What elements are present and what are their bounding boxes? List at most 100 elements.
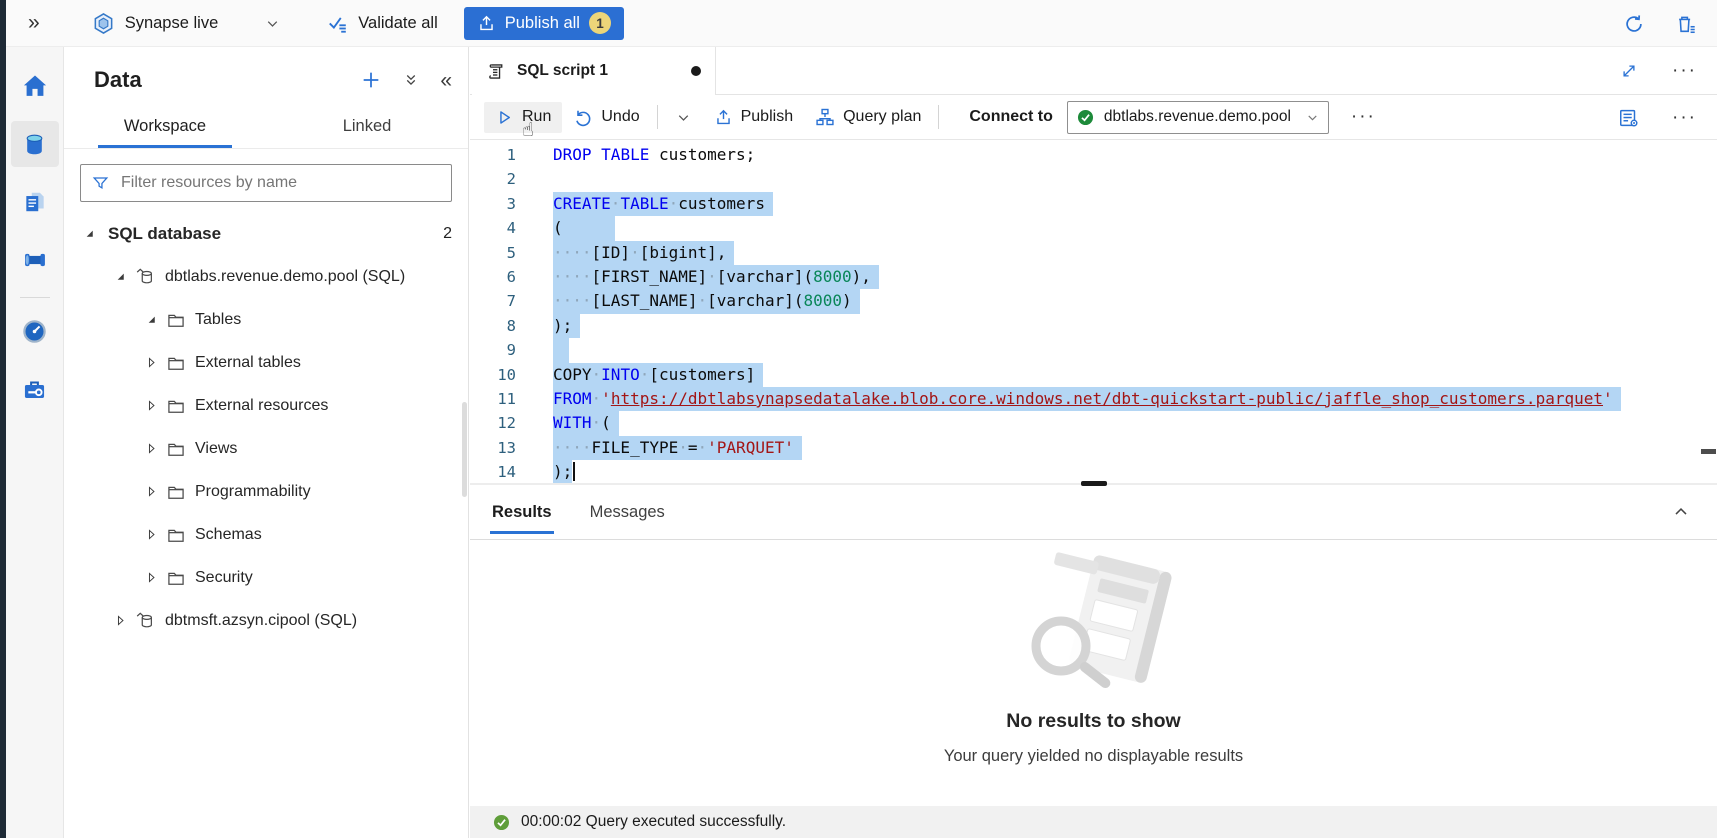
code-line[interactable]: 3CREATE·TABLE·customers (470, 192, 1717, 216)
undo-button[interactable]: Undo (562, 101, 650, 133)
sql-code-editor[interactable]: 1DROP TABLE customers;23CREATE·TABLE·cus… (470, 140, 1717, 483)
line-number[interactable]: 12 (470, 411, 516, 435)
expand-icon[interactable] (109, 614, 131, 627)
code-line[interactable]: 10COPY·INTO·[customers] (470, 363, 1717, 387)
main-area: SQL script 1 ··· Run ☝ Undo (470, 47, 1717, 838)
line-number[interactable]: 11 (470, 387, 516, 411)
discard-all-icon[interactable] (1675, 13, 1697, 35)
code-line-content[interactable]: DROP TABLE customers; (516, 143, 755, 167)
code-line[interactable]: 14); (470, 460, 1717, 483)
code-line-content[interactable]: ····FILE_TYPE·=·'PARQUET' (516, 436, 802, 460)
sidebar-item-monitor[interactable] (11, 308, 59, 354)
code-line-content[interactable]: ( (516, 216, 615, 240)
code-line[interactable]: 11FROM·'https://dbtlabsynapsedatalake.bl… (470, 387, 1717, 411)
environment-selector[interactable]: Synapse live (92, 12, 282, 35)
tab-sql-script-1[interactable]: SQL script 1 (472, 47, 716, 95)
tree-item[interactable]: dbtmsft.azsyn.cipool (SQL) (64, 599, 468, 642)
line-number[interactable]: 13 (470, 436, 516, 460)
refresh-icon[interactable] (1623, 13, 1645, 35)
run-button[interactable]: Run (484, 102, 562, 133)
code-line[interactable]: 2 (470, 167, 1717, 191)
line-number[interactable]: 3 (470, 192, 516, 216)
sidebar-item-manage[interactable] (11, 366, 59, 412)
line-number[interactable]: 14 (470, 460, 516, 483)
tree-item[interactable]: Tables (64, 298, 468, 341)
expand-icon[interactable] (140, 571, 162, 584)
tree-item[interactable]: Views (64, 427, 468, 470)
collapse-results-pane[interactable] (1671, 485, 1691, 539)
collapse-panel-icon[interactable]: « (440, 70, 452, 91)
tree-item[interactable]: Schemas (64, 513, 468, 556)
splitter-drag-handle[interactable] (1081, 481, 1107, 486)
collapse-all-icon[interactable] (402, 71, 420, 89)
code-line[interactable]: 9​ (470, 338, 1717, 362)
code-line-content[interactable]: ····[ID]·[bigint], (516, 241, 734, 265)
sidebar-item-integrate[interactable] (11, 237, 59, 283)
code-line[interactable]: 4( (470, 216, 1717, 240)
line-number[interactable]: 8 (470, 314, 516, 338)
code-line[interactable]: 7····[LAST_NAME]·[varchar](8000) (470, 289, 1717, 313)
tree-item[interactable]: External tables (64, 341, 468, 384)
code-line-content[interactable] (516, 167, 553, 191)
expand-menu-icon[interactable]: » (28, 11, 40, 35)
tab-workspace[interactable]: Workspace (64, 107, 266, 148)
code-line[interactable]: 6····[FIRST_NAME]·[varchar](8000), (470, 265, 1717, 289)
view-settings-icon[interactable] (1618, 107, 1640, 129)
tree-item[interactable]: dbtlabs.revenue.demo.pool (SQL) (64, 255, 468, 298)
add-resource-button[interactable] (360, 69, 382, 91)
code-line-content[interactable]: ​ (516, 338, 569, 362)
tree-item[interactable]: External resources (64, 384, 468, 427)
undo-dropdown-button[interactable] (664, 103, 703, 132)
validate-all-button[interactable]: Validate all (327, 12, 438, 34)
collapse-icon[interactable] (140, 313, 162, 326)
scrollbar-marker[interactable] (1701, 449, 1716, 454)
code-line-content[interactable]: ); (516, 314, 580, 338)
line-number[interactable]: 4 (470, 216, 516, 240)
tree-item[interactable]: Programmability (64, 470, 468, 513)
pool-select[interactable]: dbtlabs.revenue.demo.pool (1067, 101, 1329, 134)
sidebar-item-home[interactable] (11, 63, 59, 109)
line-number[interactable]: 7 (470, 289, 516, 313)
more-tab-options-icon[interactable]: ··· (1672, 66, 1697, 76)
expand-icon[interactable] (140, 528, 162, 541)
code-line[interactable]: 1DROP TABLE customers; (470, 143, 1717, 167)
sidebar-item-develop[interactable] (11, 179, 59, 225)
expand-icon[interactable] (140, 485, 162, 498)
more-options-icon[interactable]: ··· (1672, 113, 1697, 123)
line-number[interactable]: 2 (470, 167, 516, 191)
tab-linked[interactable]: Linked (266, 107, 468, 148)
code-line[interactable]: 5····[ID]·[bigint], (470, 241, 1717, 265)
expand-icon[interactable] (140, 356, 162, 369)
code-line[interactable]: 8); (470, 314, 1717, 338)
publish-button[interactable]: Publish (703, 102, 804, 133)
query-plan-button[interactable]: Query plan (804, 101, 932, 133)
code-line-content[interactable]: COPY·INTO·[customers] (516, 363, 763, 387)
code-line-content[interactable]: CREATE·TABLE·customers (516, 192, 773, 216)
tree-item[interactable]: Security (64, 556, 468, 599)
code-line-content[interactable]: ····[LAST_NAME]·[varchar](8000) (516, 289, 860, 313)
line-number[interactable]: 1 (470, 143, 516, 167)
code-line-content[interactable]: WITH·( (516, 411, 619, 435)
sidebar-item-data[interactable] (11, 121, 59, 167)
expand-icon[interactable] (140, 442, 162, 455)
collapse-icon[interactable] (109, 270, 131, 283)
publish-all-button[interactable]: Publish all 1 (464, 7, 624, 40)
expand-icon[interactable] (140, 399, 162, 412)
tree-item[interactable]: SQL database2 (64, 212, 468, 255)
line-number[interactable]: 5 (470, 241, 516, 265)
line-number[interactable]: 10 (470, 363, 516, 387)
code-line[interactable]: 13····FILE_TYPE·=·'PARQUET' (470, 436, 1717, 460)
code-line-content[interactable]: ····[FIRST_NAME]·[varchar](8000), (516, 265, 879, 289)
tab-results[interactable]: Results (492, 485, 552, 539)
collapse-icon[interactable] (78, 227, 100, 240)
code-line[interactable]: 12WITH·( (470, 411, 1717, 435)
line-number[interactable]: 9 (470, 338, 516, 362)
sidebar-scrollbar[interactable] (462, 402, 467, 497)
expand-editor-icon[interactable] (1620, 62, 1638, 80)
filter-input[interactable] (119, 173, 441, 193)
line-number[interactable]: 6 (470, 265, 516, 289)
tab-messages[interactable]: Messages (590, 485, 665, 539)
more-toolbar-options-icon[interactable]: ··· (1351, 112, 1376, 122)
code-line-content[interactable]: ); (516, 460, 575, 483)
code-line-content[interactable]: FROM·'https://dbtlabsynapsedatalake.blob… (516, 387, 1621, 411)
